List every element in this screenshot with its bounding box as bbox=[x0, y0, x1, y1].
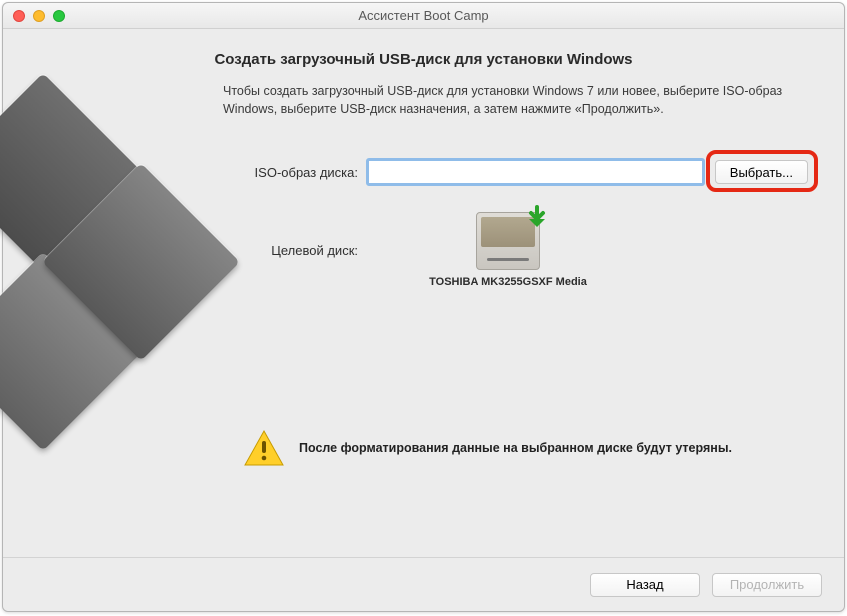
bootcamp-logo bbox=[3, 82, 213, 316]
warning-text: После форматирования данные на выбранном… bbox=[299, 441, 732, 455]
hard-drive-icon bbox=[476, 212, 540, 270]
main-panel: Чтобы создать загрузочный USB-диск для у… bbox=[223, 82, 816, 316]
window-title: Ассистент Boot Camp bbox=[3, 8, 844, 23]
warning-icon bbox=[243, 429, 285, 467]
target-disk-row: Целевой диск: TOSHI bbox=[223, 212, 808, 288]
warning-row: После форматирования данные на выбранном… bbox=[243, 429, 816, 467]
target-disk-label: Целевой диск: bbox=[223, 243, 368, 258]
back-button[interactable]: Назад bbox=[590, 573, 700, 597]
target-disk-item[interactable]: TOSHIBA MK3255GSXF Media bbox=[368, 212, 648, 288]
iso-label: ISO-образ диска: bbox=[223, 165, 368, 180]
bootcamp-assistant-window: Ассистент Boot Camp Создать загрузочный … bbox=[2, 2, 845, 612]
instruction-text: Чтобы создать загрузочный USB-диск для у… bbox=[223, 82, 808, 118]
iso-row: ISO-образ диска: Выбрать... bbox=[223, 160, 808, 184]
choose-iso-button[interactable]: Выбрать... bbox=[715, 160, 808, 184]
footer: Назад Продолжить bbox=[3, 557, 844, 611]
content-area: Создать загрузочный USB-диск для установ… bbox=[3, 29, 844, 557]
page-title: Создать загрузочный USB-диск для установ… bbox=[31, 51, 816, 68]
titlebar: Ассистент Boot Camp bbox=[3, 3, 844, 29]
download-arrow-icon bbox=[525, 205, 549, 229]
target-disk-name: TOSHIBA MK3255GSXF Media bbox=[429, 276, 587, 288]
iso-path-input[interactable] bbox=[368, 160, 703, 184]
continue-button: Продолжить bbox=[712, 573, 822, 597]
